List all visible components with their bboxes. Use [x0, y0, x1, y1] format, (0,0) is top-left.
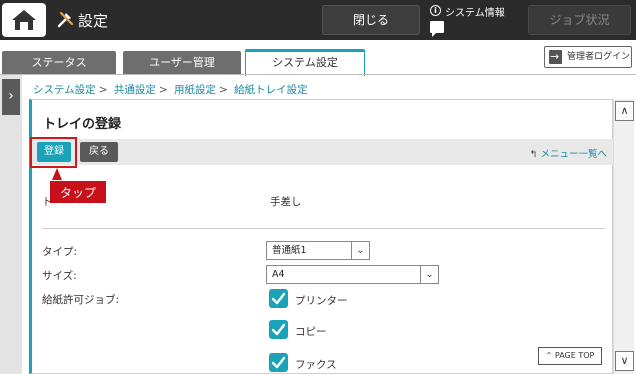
- expand-sidebar-button[interactable]: ›: [2, 79, 20, 115]
- allowed-jobs-label: 給紙許可ジョブ:: [42, 294, 120, 306]
- login-icon: [549, 47, 562, 67]
- check-icon: [271, 356, 286, 369]
- size-select-value: A4: [272, 269, 285, 280]
- size-select[interactable]: A4 ⌄: [266, 265, 439, 284]
- admin-login-button[interactable]: 管理者ログイン: [544, 46, 632, 68]
- home-icon: [12, 10, 36, 30]
- menu-list-link[interactable]: ↰ メニュー一覧へ: [530, 146, 607, 160]
- close-button[interactable]: 閉じる: [322, 5, 420, 35]
- system-info-label: システム情報: [445, 8, 505, 19]
- tab-bar: ステータス ユーザー管理 システム設定 管理者ログイン: [0, 40, 636, 76]
- back-button[interactable]: 戻る: [80, 142, 118, 162]
- chevron-down-icon: ⌄: [420, 266, 438, 283]
- panel-toolbar: 登録 戻る ↰ メニュー一覧へ: [32, 139, 613, 165]
- type-select[interactable]: 普通紙1 ⌄: [266, 241, 370, 260]
- check-icon: [271, 292, 286, 305]
- type-select-value: 普通紙1: [272, 245, 307, 256]
- chevron-up-icon: ∧: [620, 104, 629, 117]
- checkbox-printer-label: プリンター: [295, 295, 348, 307]
- home-button[interactable]: [2, 3, 46, 37]
- scrollbar[interactable]: ∧ ∨: [613, 99, 634, 374]
- checkbox-copy[interactable]: [269, 320, 288, 339]
- breadcrumb-common-settings[interactable]: 共通設定: [114, 84, 156, 96]
- page-top-label: PAGE TOP: [554, 351, 595, 360]
- section-divider: [42, 228, 605, 229]
- job-status-button[interactable]: ジョブ状況: [528, 5, 631, 35]
- breadcrumb-separator: >: [98, 84, 108, 96]
- side-panel-handle: ›: [0, 75, 22, 374]
- scroll-up-button[interactable]: ∧: [615, 101, 634, 121]
- tap-callout: タップ: [49, 180, 107, 204]
- return-icon: ↰: [529, 149, 538, 160]
- type-label: タイプ:: [42, 246, 78, 258]
- admin-login-label: 管理者ログイン: [567, 52, 631, 62]
- tab-system-settings[interactable]: システム設定: [245, 49, 365, 76]
- page-title: トレイの登録: [43, 117, 122, 132]
- chevron-down-icon: ⌄: [351, 242, 369, 259]
- tab-status[interactable]: ステータス: [2, 51, 116, 75]
- system-info-button[interactable]: i システム情報: [428, 4, 518, 38]
- breadcrumb-paper-settings[interactable]: 用紙設定: [174, 84, 216, 96]
- message-icon: [430, 21, 444, 37]
- tray-label: ト: [42, 196, 53, 208]
- menu-list-label: メニュー一覧へ: [540, 149, 607, 160]
- size-label: サイズ:: [42, 270, 77, 282]
- chevron-down-icon: ∨: [620, 354, 629, 367]
- tab-user-management[interactable]: ユーザー管理: [123, 51, 241, 75]
- tab-divider: [0, 74, 636, 75]
- chevron-right-icon: ›: [8, 88, 14, 104]
- tray-value: 手差し: [270, 196, 302, 208]
- breadcrumb-tray-settings[interactable]: 給紙トレイ設定: [234, 84, 308, 96]
- checkbox-copy-label: コピー: [295, 326, 327, 338]
- top-bar: 設定 閉じる i システム情報 ジョブ状況: [0, 0, 636, 40]
- breadcrumb-system-settings[interactable]: システム設定: [33, 84, 96, 96]
- callout-pointer: [52, 168, 62, 180]
- page-top-button[interactable]: ⌃ PAGE TOP: [538, 347, 602, 365]
- checkbox-printer[interactable]: [269, 289, 288, 308]
- chevron-up-icon: ⌃: [545, 351, 553, 360]
- tap-highlight-box: [30, 137, 77, 168]
- checkbox-fax-label: ファクス: [295, 359, 337, 371]
- breadcrumb-separator: >: [219, 84, 228, 96]
- app-title: 設定: [78, 12, 109, 30]
- wrench-screwdriver-icon: [57, 11, 74, 28]
- checkbox-fax[interactable]: [269, 353, 288, 372]
- breadcrumb-separator: >: [158, 84, 168, 96]
- scroll-down-button[interactable]: ∨: [615, 351, 634, 371]
- info-icon: i: [430, 5, 441, 16]
- breadcrumb: システム設定 > 共通設定 > 用紙設定 > 給紙トレイ設定: [33, 82, 308, 97]
- check-icon: [271, 323, 286, 336]
